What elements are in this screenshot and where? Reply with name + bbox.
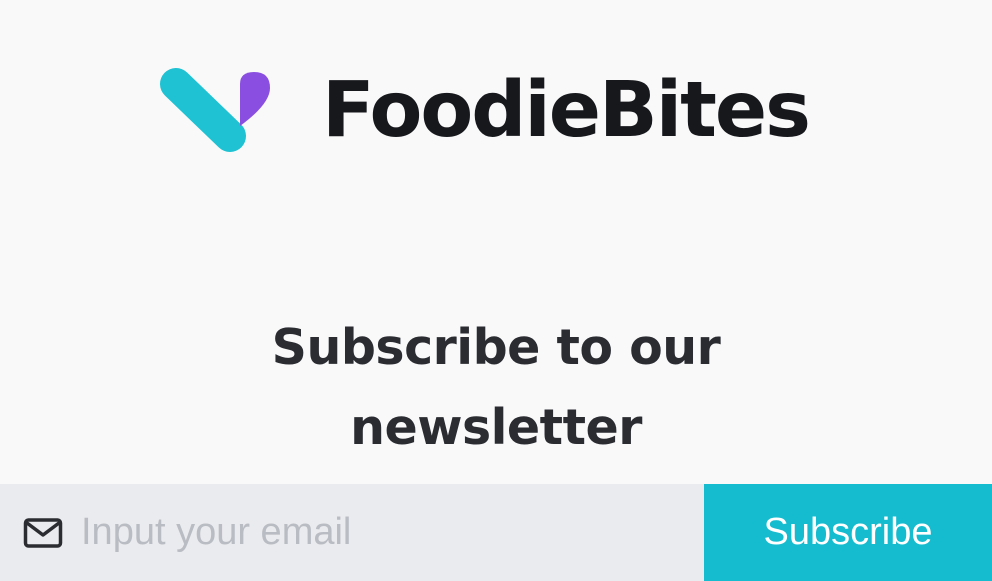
brand-name: FoodieBites bbox=[322, 65, 811, 155]
newsletter-heading-line-1: Subscribe to our bbox=[271, 319, 721, 376]
brand-header: FoodieBites bbox=[158, 62, 811, 158]
newsletter-footer: FoodieBites Subscribe to our newsletter … bbox=[0, 0, 992, 581]
newsletter-heading: Subscribe to our newsletter bbox=[0, 308, 992, 468]
foodiebites-logo-icon bbox=[160, 68, 270, 152]
newsletter-heading-line-2: newsletter bbox=[350, 399, 642, 456]
subscribe-form: Subscribe bbox=[0, 484, 992, 581]
mail-icon bbox=[23, 517, 63, 548]
subscribe-button[interactable]: Subscribe bbox=[704, 484, 992, 581]
email-field-container bbox=[0, 484, 704, 581]
email-input[interactable] bbox=[81, 502, 661, 563]
